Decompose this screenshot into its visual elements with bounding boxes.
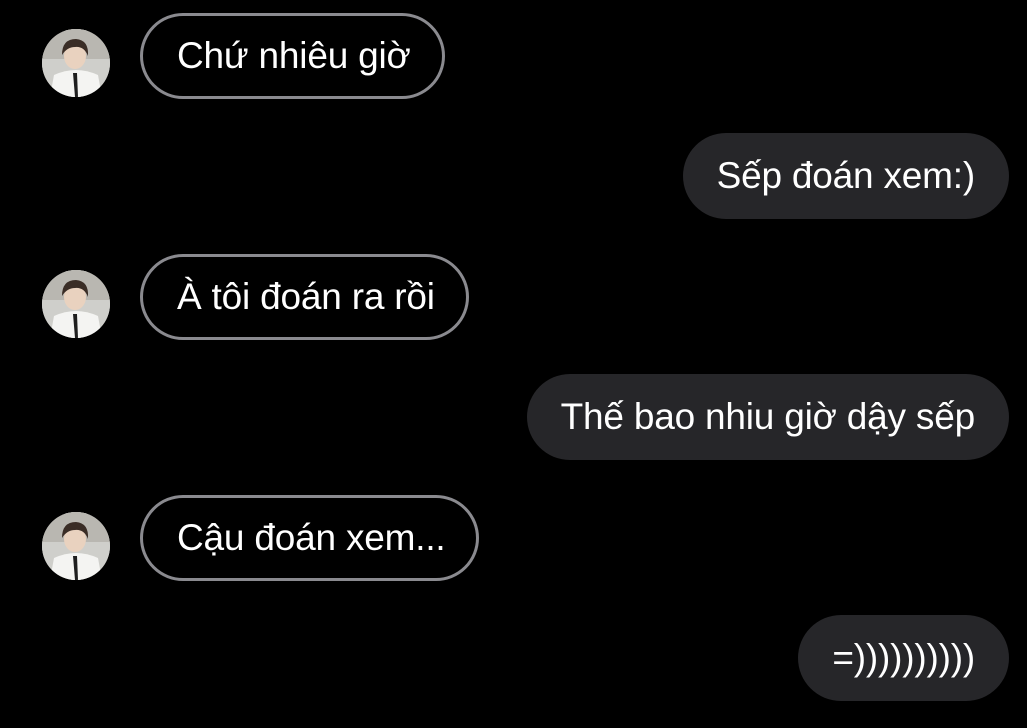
outgoing-message-bubble[interactable]: Thế bao nhiu giờ dậy sếp <box>526 374 1009 460</box>
message-text: =)))))))))) <box>832 637 975 678</box>
message-text: Thế bao nhiu giờ dậy sếp <box>560 396 976 437</box>
profile-photo-icon <box>42 512 110 580</box>
contact-avatar[interactable] <box>42 270 110 338</box>
incoming-message-bubble[interactable]: Cậu đoán xem... <box>140 495 480 581</box>
contact-avatar[interactable] <box>42 29 110 97</box>
profile-photo-icon <box>42 29 110 97</box>
profile-photo-icon <box>42 270 110 338</box>
contact-avatar[interactable] <box>42 512 110 580</box>
incoming-message-bubble[interactable]: À tôi đoán ra rồi <box>140 254 469 340</box>
outgoing-message-bubble[interactable]: =)))))))))) <box>798 615 1009 701</box>
message-text: Chứ nhiêu giờ <box>177 35 411 76</box>
message-text: Cậu đoán xem... <box>177 517 446 558</box>
message-text: Sếp đoán xem:) <box>716 155 976 196</box>
message-text: À tôi đoán ra rồi <box>177 276 435 317</box>
outgoing-message-bubble[interactable]: Sếp đoán xem:) <box>682 133 1009 219</box>
incoming-message-bubble[interactable]: Chứ nhiêu giờ <box>140 13 445 99</box>
